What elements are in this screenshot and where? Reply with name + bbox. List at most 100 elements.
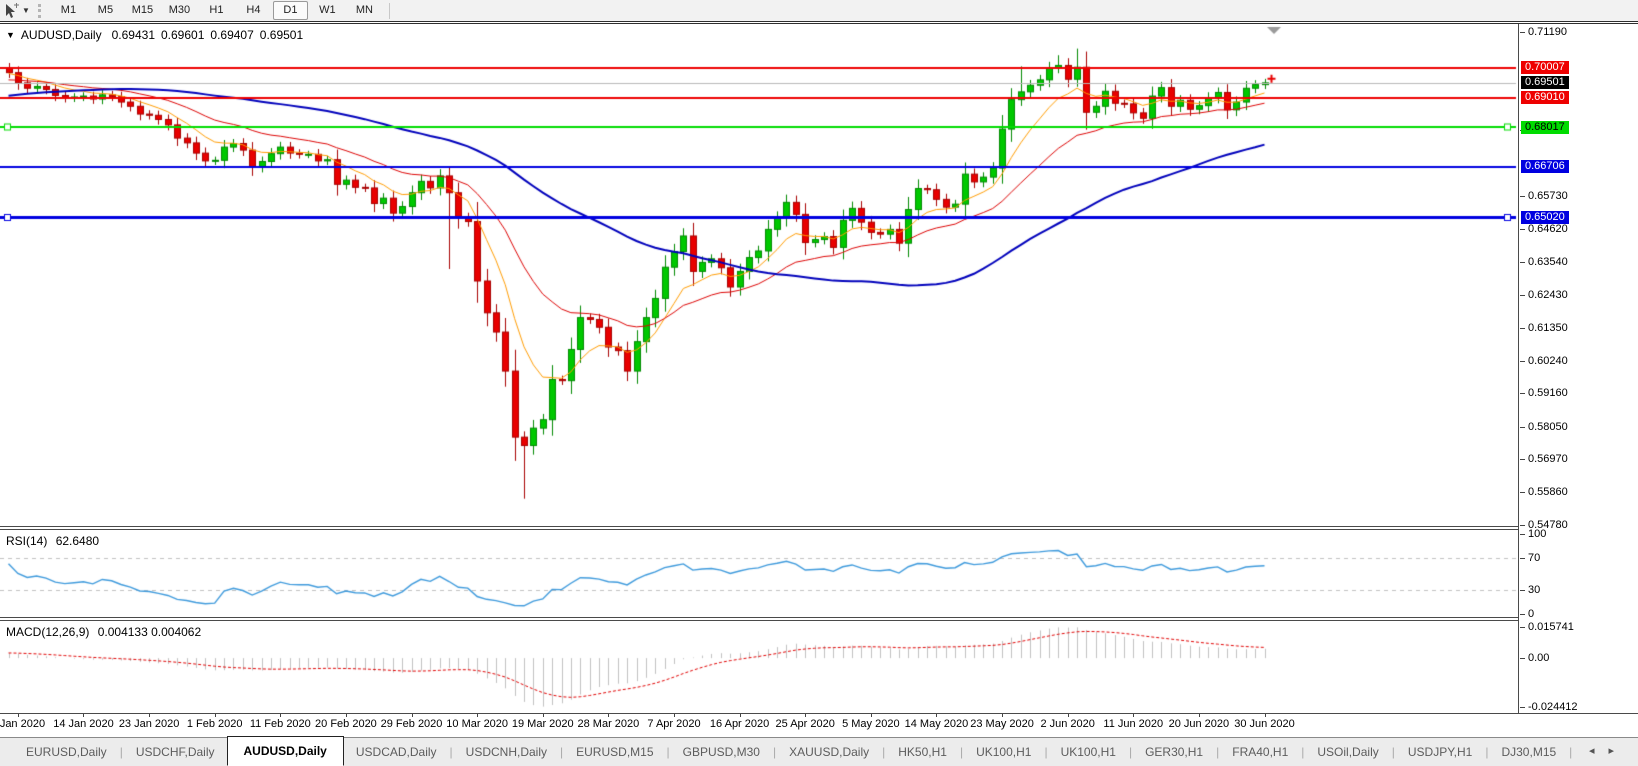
rsi-indicator-label: RSI(14) 62.6480 [6,534,99,548]
date-axis-label: 2 Jun 2020 [1040,718,1095,730]
chart-tab-bar: EURUSD,Daily | USDCHF,Daily AUDUSD,Daily USD… [0,736,1638,766]
price-badge: 0.66706 [1521,160,1569,174]
timeframe-button-group: M1 M5 M15 M30 H1 H4 D1 W1 MN [50,1,383,20]
date-axis-label: 30 Jun 2020 [1234,718,1295,730]
date-axis-tick [740,714,741,717]
price-axis-tick: 0.58050 [1520,420,1568,433]
rsi-axis-tick: 30 [1519,584,1541,596]
date-axis-label: 11 Jun 2020 [1103,718,1164,730]
timeframe-button-m30[interactable]: M30 [162,1,197,20]
date-axis-label: 23 May 2020 [970,718,1034,730]
chart-tab-usdjpy-h1[interactable]: USDJPY,H1 [1396,741,1484,763]
date-axis-label: 14 May 2020 [904,718,969,730]
price-badge: 0.70007 [1521,61,1569,75]
chart-tab-dj30-m15[interactable]: DJ30,M15 [1489,741,1568,763]
price-axis[interactable]: 0.711900.679200.657300.646200.635400.624… [1518,24,1638,713]
tab-scroll-arrows: ◂▸ [1589,744,1628,757]
price-axis-tick: 0.56970 [1520,453,1568,466]
macd-axis-tick: 0.015741 [1520,621,1574,633]
date-axis-label: 20 Feb 2020 [315,718,377,730]
tab-scroll-right-icon[interactable]: ▸ [1608,745,1628,757]
macd-pane [0,621,1518,713]
date-axis-tick [280,714,281,717]
date-axis-label: 20 Jun 2020 [1168,718,1230,730]
date-axis-tick [871,714,872,717]
date-axis[interactable]: 4 Jan 2020 14 Jan 2020 23 Jan 2020 1 Feb 20… [0,714,1518,736]
chart-tab-usdcad-daily[interactable]: USDCAD,Daily [344,741,449,763]
rsi-value: 62.6480 [55,534,100,548]
timeframe-button-m15[interactable]: M15 [125,1,160,20]
price-axis-tick: 0.64620 [1520,223,1568,236]
symbol-dropdown-icon[interactable]: ▼ [6,30,15,40]
timeframe-button-h4[interactable]: H4 [236,1,271,20]
chart-tab-usoil-daily[interactable]: USOil,Daily [1305,741,1390,763]
tool-dropdown-caret-icon[interactable]: ▼ [22,6,30,15]
date-axis-label: 4 Jan 2020 [0,718,46,730]
chart-tab-audusd-daily[interactable]: AUDUSD,Daily [226,736,344,766]
timeframe-button-d1[interactable]: D1 [272,1,308,20]
price-axis-tick: 0.55860 [1520,486,1568,499]
toolbar-grip[interactable] [37,3,44,18]
macd-canvas[interactable] [0,621,1518,713]
ohlc-close: 0.69501 [259,28,304,42]
date-axis-tick [149,714,150,717]
rsi-pane [0,530,1518,617]
price-axis-tick: 0.62430 [1520,289,1568,302]
timeframe-button-m5[interactable]: M5 [88,1,123,20]
date-axis-label: 10 Mar 2020 [446,718,509,730]
price-badge: 0.65020 [1521,210,1569,224]
macd-axis-tick: -0.024412 [1520,701,1578,713]
tab-scroll-left-icon[interactable]: ◂ [1589,745,1609,757]
chart-tab-eurusd-daily[interactable]: EURUSD,Daily [14,741,119,763]
timeframe-button-w1[interactable]: W1 [310,1,345,20]
chart-tab-uk100-h1[interactable]: UK100,H1 [1049,741,1128,763]
main-chart-canvas[interactable] [0,24,1518,526]
chart-tab-uk100-h1[interactable]: UK100,H1 [964,741,1043,763]
date-axis-tick [936,714,937,717]
timeframe-button-m1[interactable]: M1 [51,1,86,20]
date-axis-tick [674,714,675,717]
price-axis-tick: 0.61350 [1520,321,1568,334]
rsi-canvas[interactable] [0,530,1518,617]
chart-tab-hk50-h1[interactable]: HK50,H1 [886,741,959,763]
rsi-axis-tick: 70 [1519,552,1541,564]
date-axis-tick [1199,714,1200,717]
chart-tab-usdcnh-daily[interactable]: USDCNH,Daily [454,741,559,763]
chart-tab-eurusd-m15[interactable]: EURUSD,M15 [564,741,665,763]
ohlc-low: 0.69407 [210,28,254,42]
chart-symbol: AUDUSD,Daily [20,28,102,42]
date-axis-tick [477,714,478,717]
chart-tab-usdchf-daily[interactable]: USDCHF,Daily [124,741,227,763]
crosshair-tool-icon[interactable] [2,2,20,19]
chart-tab-xauusd-daily[interactable]: XAUUSD,Daily [777,741,881,763]
price-badge: 0.68017 [1521,120,1569,134]
date-axis-tick [805,714,806,717]
macd-values: 0.004133 0.004062 [97,625,202,639]
date-axis-tick [1002,714,1003,717]
date-axis-label: 16 Apr 2020 [709,718,770,730]
date-axis-tick [1265,714,1266,717]
price-badge: 0.69501 [1521,76,1569,90]
date-axis-label: 25 Apr 2020 [775,718,835,730]
date-axis-label: 28 Mar 2020 [577,718,640,730]
main-chart-pane [0,24,1518,526]
macd-axis-tick: 0.00 [1519,652,1550,665]
date-axis-tick [346,714,347,717]
date-axis-label: 29 Feb 2020 [380,718,443,730]
chart-title: ▼ AUDUSD,Daily 0.69431 0.69601 0.69407 0… [6,28,303,42]
chart-tab-ger30-h1[interactable]: GER30,H1 [1133,741,1215,763]
chart-tab-gbpusd-m30[interactable]: GBPUSD,M30 [671,741,772,763]
date-axis-label: 14 Jan 2020 [53,718,114,730]
chart-tab-fra40-h1[interactable]: FRA40,H1 [1220,741,1300,763]
date-axis-label: 11 Feb 2020 [249,718,311,730]
date-axis-tick [1133,714,1134,717]
timeframe-button-mn[interactable]: MN [347,1,382,20]
price-axis-tick: 0.63540 [1520,255,1568,268]
rsi-axis-tick: 0 [1519,608,1535,620]
price-axis-tick: 0.60240 [1520,354,1568,367]
date-axis-tick [543,714,544,717]
date-axis-label: 1 Feb 2020 [186,718,243,730]
date-axis-label: 19 Mar 2020 [511,718,574,730]
timeframe-button-h1[interactable]: H1 [199,1,234,20]
ohlc-open: 0.69431 [111,28,155,42]
